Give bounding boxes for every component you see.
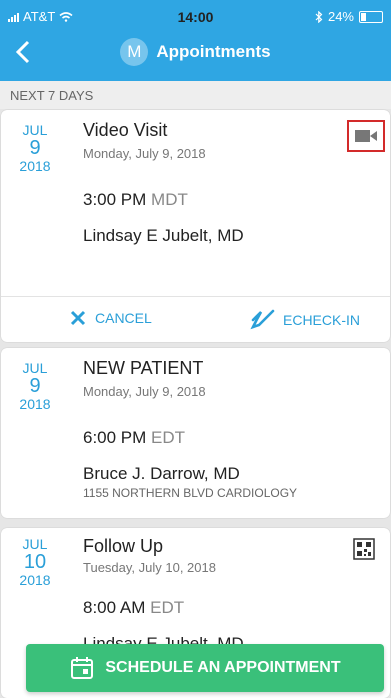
appointment-date: Monday, July 9, 2018 (83, 384, 206, 399)
date-year: 2018 (19, 572, 51, 588)
header-title: M Appointments (0, 38, 391, 66)
section-label: NEXT 7 DAYS (10, 88, 94, 103)
avatar[interactable]: M (120, 38, 149, 66)
appointment-type: Follow Up (83, 536, 164, 556)
date-day: 9 (29, 137, 41, 159)
cancel-button[interactable]: CANCEL (69, 309, 152, 327)
appointment-card[interactable]: JUL 9 2018 NEW PATIENT Monday, July 9, 2… (1, 348, 390, 518)
appointment-time: 6:00 PM EDT (83, 428, 185, 448)
cancel-label: CANCEL (95, 310, 152, 326)
date-day: 10 (23, 551, 47, 573)
calendar-icon (71, 657, 94, 679)
date-year: 2018 (19, 396, 51, 412)
date-year: 2018 (19, 158, 51, 174)
time-zone: MDT (151, 190, 188, 209)
appointment-date: Monday, July 9, 2018 (83, 146, 206, 161)
schedule-label: SCHEDULE AN APPOINTMENT (105, 659, 341, 676)
date-month: JUL (22, 536, 48, 552)
appointment-date: Tuesday, July 10, 2018 (83, 560, 216, 575)
appointment-type: NEW PATIENT (83, 358, 204, 378)
time-value: 3:00 PM (83, 190, 147, 209)
app-header: AT&T 14:00 24% M Appointments (0, 0, 391, 81)
appointment-time: 3:00 PM MDT (83, 190, 188, 210)
status-bar: AT&T 14:00 24% (0, 0, 391, 33)
echeckin-label: ECHECK-IN (283, 312, 361, 328)
date-block: JUL 10 2018 (11, 536, 59, 588)
echeckin-button[interactable]: ECHECK-IN (249, 309, 360, 331)
date-block: JUL 9 2018 (11, 122, 59, 174)
location: 1155 NORTHERN BLVD CARDIOLOGY (83, 486, 298, 500)
appointment-time: 8:00 AM EDT (83, 598, 184, 618)
bluetooth-icon (315, 10, 323, 23)
appointment-type: Video Visit (83, 120, 168, 140)
time-value: 8:00 AM (83, 598, 146, 617)
date-month: JUL (22, 360, 48, 376)
section-header: NEXT 7 DAYS (0, 81, 391, 109)
date-block: JUL 9 2018 (11, 360, 59, 412)
echeckin-icon (250, 309, 275, 330)
page-title: Appointments (156, 42, 271, 61)
date-day: 9 (29, 375, 41, 397)
time-zone: EDT (150, 598, 185, 617)
schedule-appointment-button[interactable]: SCHEDULE AN APPOINTMENT (26, 644, 384, 692)
provider-name: Lindsay E Jubelt, MD (83, 226, 244, 245)
status-right: 24% (315, 9, 383, 24)
card-actions: CANCEL ECHECK-IN (1, 296, 390, 343)
qr-code-icon[interactable] (353, 538, 375, 560)
appointment-card[interactable]: JUL 9 2018 Video Visit Monday, July 9, 2… (1, 110, 390, 342)
provider-name: Bruce J. Darrow, MD (83, 464, 240, 483)
date-month: JUL (22, 122, 48, 138)
time-value: 6:00 PM (83, 428, 147, 447)
time-zone: EDT (151, 428, 186, 447)
close-icon (70, 310, 86, 326)
battery-percent: 24% (327, 9, 354, 24)
video-camera-icon (355, 130, 377, 142)
battery-icon (359, 10, 383, 23)
video-indicator[interactable] (347, 120, 385, 152)
